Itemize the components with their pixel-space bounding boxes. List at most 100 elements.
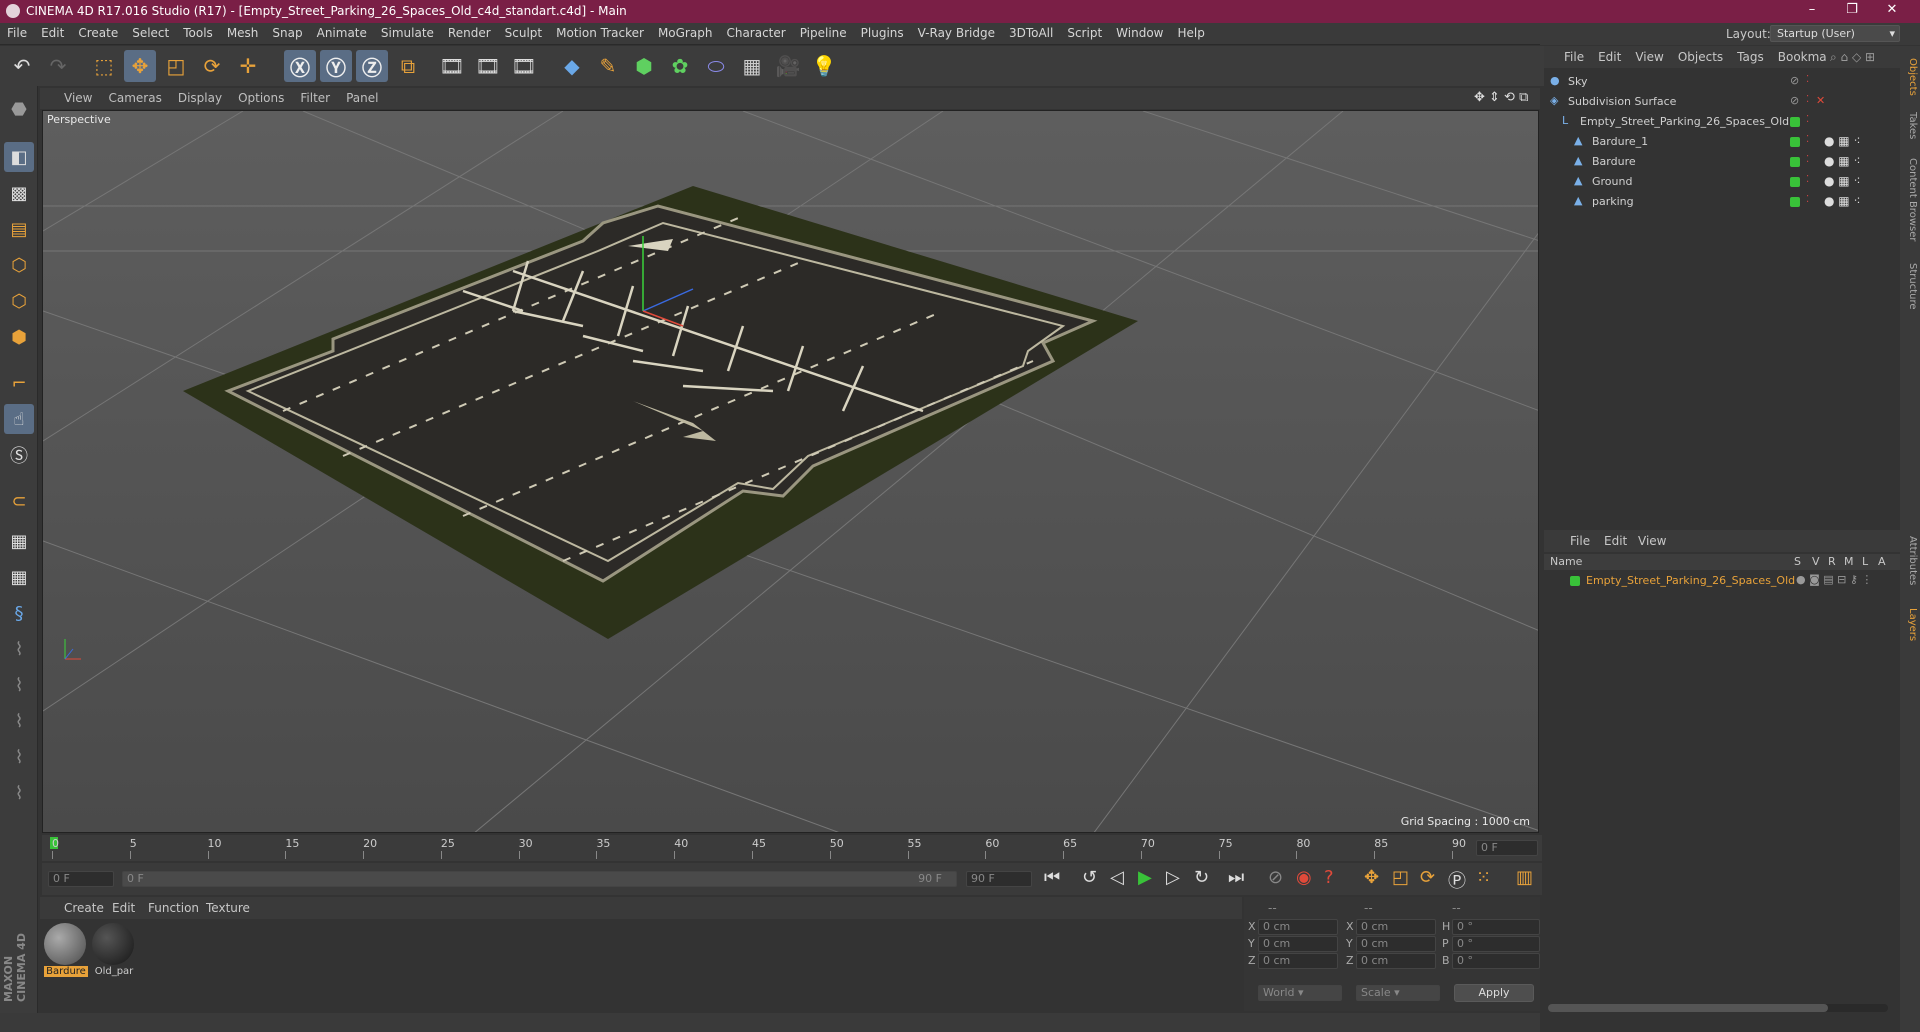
- visibility-dots-icon[interactable]: ⁚: [1806, 74, 1809, 85]
- material-menu-create[interactable]: Create: [64, 901, 104, 915]
- close-icon[interactable]: ✕: [1872, 2, 1912, 20]
- edges-mode-icon[interactable]: ⬡: [4, 286, 34, 316]
- rotation-field[interactable]: 0 °: [1452, 953, 1540, 969]
- menu-vray-bridge[interactable]: V-Ray Bridge: [911, 23, 1002, 43]
- obj-menu-file[interactable]: File: [1544, 46, 1591, 68]
- menu-edit[interactable]: Edit: [34, 23, 71, 43]
- sculpt-inflate-icon[interactable]: ⌇: [4, 778, 34, 808]
- size-field[interactable]: 0 cm: [1356, 919, 1436, 935]
- menu-snap[interactable]: Snap: [265, 23, 309, 43]
- previous-key-icon[interactable]: ↺: [1082, 867, 1097, 888]
- tweak-mode-icon[interactable]: ☝: [4, 404, 34, 434]
- record-keys-icon[interactable]: ⊘: [1268, 867, 1283, 888]
- material-menu-texture[interactable]: Texture: [206, 901, 250, 915]
- floor-icon[interactable]: ▦: [736, 50, 768, 82]
- z-axis-lock-icon[interactable]: Ⓩ: [356, 50, 388, 82]
- object-editor-toggle-icon[interactable]: ⊘: [1790, 74, 1799, 87]
- next-key-icon[interactable]: ↻: [1194, 867, 1209, 888]
- menu-create[interactable]: Create: [71, 23, 125, 43]
- menu-3dtoall[interactable]: 3DToAll: [1002, 23, 1060, 43]
- locked-workplane-icon[interactable]: ▦: [4, 562, 34, 592]
- sculpt-pull-icon[interactable]: ⌇: [4, 670, 34, 700]
- key-pla-icon[interactable]: ⁙: [1476, 867, 1491, 888]
- position-field[interactable]: 0 cm: [1258, 953, 1338, 969]
- material-tag-icon[interactable]: ● ▦ ⁖: [1824, 134, 1860, 148]
- auto-keying-icon[interactable]: ◉: [1296, 867, 1312, 888]
- layer-menu-edit[interactable]: Edit: [1604, 534, 1627, 548]
- viewport-menu-options[interactable]: Options: [230, 88, 292, 108]
- snap-icon[interactable]: Ⓢ: [4, 440, 34, 470]
- cube-object-icon[interactable]: ◆: [556, 50, 588, 82]
- keyframe-selection-icon[interactable]: ?: [1324, 867, 1334, 888]
- object-layer-swatch[interactable]: [1790, 137, 1800, 147]
- menu-window[interactable]: Window: [1109, 23, 1170, 43]
- visibility-dots-icon[interactable]: ⁚: [1806, 194, 1809, 205]
- tab-takes[interactable]: Takes: [1902, 106, 1918, 146]
- object-layer-swatch[interactable]: [1790, 177, 1800, 187]
- object-row[interactable]: ▲ Bardure ⁚ ● ▦ ⁖: [1544, 152, 1900, 172]
- object-row[interactable]: ◈ Subdivision Surface ⊘ ⁚ ✕: [1544, 92, 1900, 112]
- menu-simulate[interactable]: Simulate: [374, 23, 441, 43]
- viewport-menu-cameras[interactable]: Cameras: [100, 88, 169, 108]
- disabled-x-icon[interactable]: ✕: [1816, 94, 1825, 107]
- material-tag-icon[interactable]: ● ▦ ⁖: [1824, 174, 1860, 188]
- visibility-dots-icon[interactable]: ⁚: [1806, 94, 1809, 105]
- python-icon[interactable]: §: [4, 598, 34, 628]
- visibility-dots-icon[interactable]: ⁚: [1806, 114, 1809, 125]
- light-icon[interactable]: 💡: [808, 50, 840, 82]
- object-editor-toggle-icon[interactable]: ⊘: [1790, 94, 1799, 107]
- visibility-dots-icon[interactable]: ⁚: [1806, 154, 1809, 165]
- x-axis-lock-icon[interactable]: Ⓧ: [284, 50, 316, 82]
- menu-plugins[interactable]: Plugins: [854, 23, 911, 43]
- material-tag-icon[interactable]: ● ▦ ⁖: [1824, 194, 1860, 208]
- material-menu-edit[interactable]: Edit: [112, 901, 135, 915]
- sculpt-brush-icon[interactable]: ⌇: [4, 634, 34, 664]
- y-axis-lock-icon[interactable]: Ⓨ: [320, 50, 352, 82]
- end-frame-field[interactable]: 90 F: [966, 871, 1032, 887]
- layer-horizontal-scrollbar[interactable]: [1548, 1004, 1888, 1012]
- tab-layers[interactable]: Layers: [1902, 600, 1918, 650]
- layer-menu-view[interactable]: View: [1638, 534, 1666, 548]
- material-menu-function[interactable]: Function: [148, 901, 199, 915]
- menu-render[interactable]: Render: [441, 23, 498, 43]
- object-layer-swatch[interactable]: [1790, 117, 1800, 127]
- tab-content-browser[interactable]: Content Browser: [1902, 150, 1918, 250]
- cloner-icon[interactable]: ✿: [664, 50, 696, 82]
- obj-menu-edit[interactable]: Edit: [1591, 46, 1628, 68]
- visibility-dots-icon[interactable]: ⁚: [1806, 134, 1809, 145]
- scrollbar-thumb[interactable]: [1548, 1004, 1828, 1012]
- obj-menu-view[interactable]: View: [1628, 46, 1670, 68]
- object-row[interactable]: ● Sky ⊘ ⁚: [1544, 72, 1900, 92]
- rotation-field[interactable]: 0 °: [1452, 936, 1540, 952]
- sculpt-flatten-icon[interactable]: ⌇: [4, 742, 34, 772]
- viewport-menu-display[interactable]: Display: [170, 88, 230, 108]
- frame-range-slider[interactable]: 0 F 90 F: [122, 871, 957, 887]
- material-swatch-old-par[interactable]: Old_par: [92, 923, 136, 979]
- play-icon[interactable]: ▶: [1138, 867, 1152, 888]
- object-row[interactable]: ▲ Bardure_1 ⁚ ● ▦ ⁖: [1544, 132, 1900, 152]
- object-row[interactable]: ▲ Ground ⁚ ● ▦ ⁖: [1544, 172, 1900, 192]
- viewport-navigation-icons[interactable]: ✥ ⇕ ⟲ ⧉: [1474, 90, 1528, 105]
- magnet-icon[interactable]: ⊂: [4, 486, 34, 516]
- restore-icon[interactable]: ❐: [1832, 2, 1872, 20]
- menu-animate[interactable]: Animate: [310, 23, 374, 43]
- subdivision-surface-icon[interactable]: ⬢: [628, 50, 660, 82]
- workplane-mode-icon[interactable]: ▤: [4, 214, 34, 244]
- make-editable-icon[interactable]: ⬣: [4, 94, 34, 124]
- viewport-menu-filter[interactable]: Filter: [292, 88, 338, 108]
- move-tool-icon[interactable]: ✥: [124, 50, 156, 82]
- live-selection-icon[interactable]: ⬚: [88, 50, 120, 82]
- key-parameter-icon[interactable]: Ⓟ: [1448, 867, 1466, 893]
- viewport-menu-panel[interactable]: Panel: [338, 88, 386, 108]
- obj-menu-tags[interactable]: Tags: [1730, 46, 1771, 68]
- key-position-icon[interactable]: ✥: [1364, 867, 1379, 888]
- menu-motion-tracker[interactable]: Motion Tracker: [549, 23, 651, 43]
- size-mode-dropdown[interactable]: Scale ▾: [1356, 985, 1440, 1001]
- go-to-start-icon[interactable]: ⏮: [1044, 867, 1060, 888]
- menu-mograph[interactable]: MoGraph: [651, 23, 720, 43]
- rotate-tool-icon[interactable]: ⟳: [196, 50, 228, 82]
- start-frame-field[interactable]: 0 F: [48, 871, 114, 887]
- tab-objects[interactable]: Objects: [1902, 52, 1918, 102]
- tab-structure[interactable]: Structure: [1902, 256, 1918, 316]
- pen-spline-icon[interactable]: ✎: [592, 50, 624, 82]
